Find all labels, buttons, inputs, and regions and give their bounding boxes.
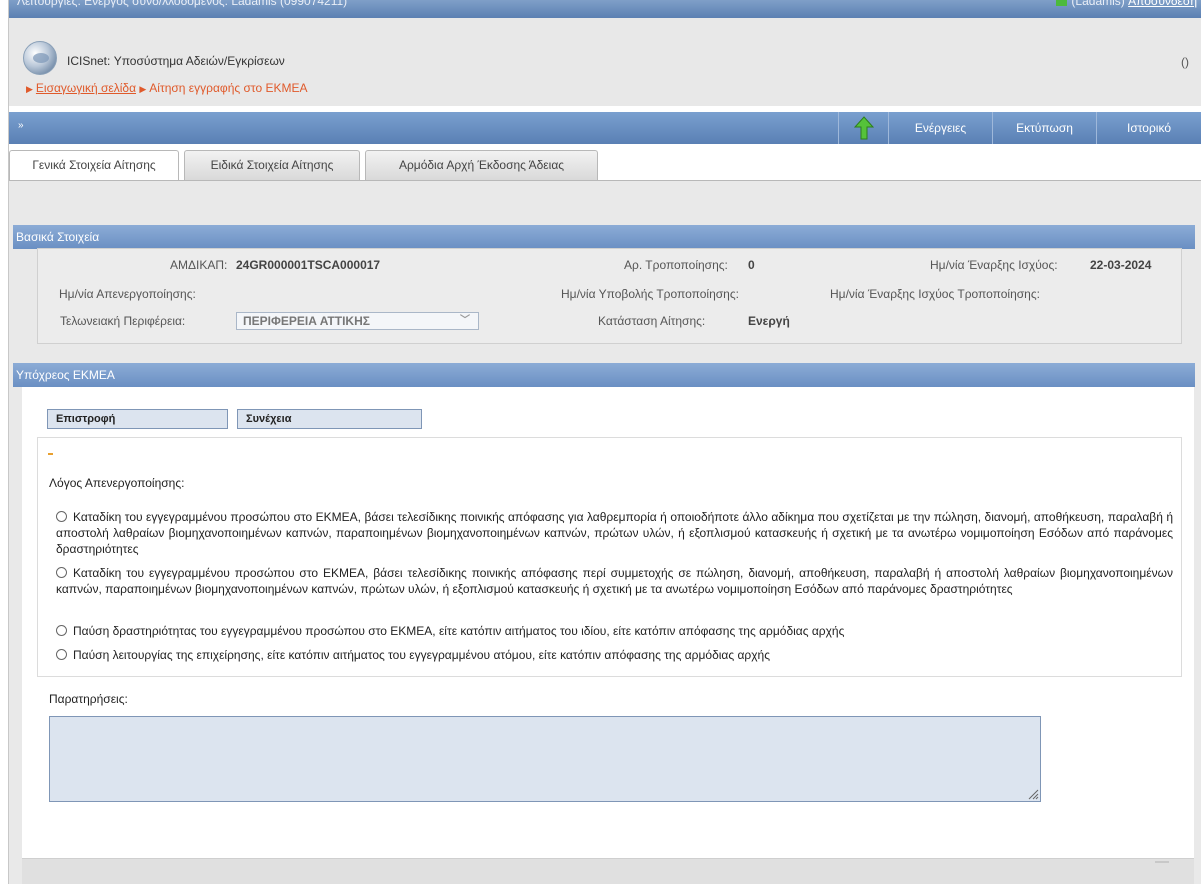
top-status-bar: Λειτουργίες: Ενεργός συνδ/λλόδομένος: La… (9, 0, 1201, 18)
breadcrumb-home-link[interactable]: Εισαγωγική σελίδα (36, 81, 136, 95)
continue-button[interactable]: Συνέχεια (237, 409, 422, 429)
amdikap-value: 24GR000001TSCA000017 (236, 258, 381, 272)
customs-region-value: ΠΕΡΙΦΕΡΕΙΑ ΑΤΤΙΚΗΣ (243, 314, 370, 328)
action-toolbar: » Ενέργειες Εκτύπωση Ιστορικό (9, 112, 1201, 144)
back-button[interactable]: Επιστροφή (47, 409, 228, 429)
tab-special-details[interactable]: Ειδικά Στοιχεία Αίτησης (184, 150, 360, 180)
notes-label: Παρατηρήσεις: (49, 692, 128, 706)
app-logo-icon (23, 41, 57, 75)
header-counter: () (1181, 55, 1189, 69)
logout-link[interactable]: Αποσύνδεση (1128, 0, 1197, 8)
start-date-value: 22-03-2024 (1090, 258, 1152, 272)
reason-option-1[interactable]: Καταδίκη του εγγεγραμμένου προσώπου στο … (56, 509, 1173, 557)
deactivation-reason-label: Λόγος Απενεργοποίησης: (49, 476, 185, 490)
user-name: (Ladamis) (1071, 0, 1125, 8)
reason-option-text: Παύση λειτουργίας της επιχείρησης, είτε … (73, 648, 770, 662)
radio-button[interactable] (56, 625, 67, 636)
tab-issuing-authority[interactable]: Αρμόδια Αρχή Έκδοσης Άδειας (365, 150, 598, 180)
deactivation-date-label: Ημ/νία Απενεργοποίησης: (59, 287, 196, 301)
amend-start-date-label: Ημ/νία Έναρξης Ισχύος Τροποποίησης: (830, 287, 1040, 301)
mail-icon[interactable] (1056, 0, 1068, 6)
reason-option-4[interactable]: Παύση λειτουργίας της επιχείρησης, είτε … (56, 647, 1173, 663)
required-marker (48, 453, 53, 455)
radio-button[interactable] (56, 511, 67, 522)
reason-option-2[interactable]: Καταδίκη του εγγεγραμμένου προσώπου στο … (56, 565, 1173, 597)
page-header: ICISnet: Υποσύστημα Αδειών/Εγκρίσεων () … (9, 18, 1201, 106)
breadcrumb-current: Αίτηση εγγραφής στο ΕΚΜΕΑ (149, 81, 308, 95)
breadcrumb: ▶ Εισαγωγική σελίδα ▶ Αίτηση εγγραφής στο … (26, 81, 307, 95)
reason-option-text: Παύση δραστηριότητας του εγγεγραμμένου π… (73, 624, 845, 638)
notes-textarea[interactable] (49, 716, 1041, 802)
session-status: Λειτουργίες: Ενεργός συνδ/λλόδομένος: La… (17, 0, 348, 8)
breadcrumb-arrow-icon: ▶ (26, 84, 33, 94)
radio-button[interactable] (56, 567, 67, 578)
amendment-number-value: 0 (748, 258, 755, 272)
submission-date-label: Ημ/νία Υποβολής Τροποποίησης: (561, 287, 739, 301)
bottom-strip (22, 858, 1194, 884)
breadcrumb-arrow-icon: ▶ (139, 84, 147, 94)
user-area: (Ladamis) Αποσύνδεση (1056, 0, 1197, 8)
customs-region-label: Τελωνειακή Περιφέρεια: (60, 314, 186, 328)
deactivation-reason-box (37, 437, 1182, 677)
divider (1155, 861, 1169, 863)
app-title: ICISnet: Υποσύστημα Αδειών/Εγκρίσεων (67, 54, 285, 68)
application-status-label: Κατάσταση Αίτησης: (598, 314, 706, 328)
actions-button[interactable]: Ενέργειες (888, 112, 992, 144)
section-header-basic: Βασικά Στοιχεία (13, 225, 1195, 249)
print-button[interactable]: Εκτύπωση (992, 112, 1096, 144)
start-date-label: Ημ/νία Έναρξης Ισχύος: (930, 258, 1058, 272)
chevron-down-icon: ﹀ (460, 315, 470, 326)
history-button[interactable]: Ιστορικό (1096, 112, 1201, 144)
tab-general-details[interactable]: Γενικά Στοιχεία Αίτησης (9, 150, 179, 181)
customs-region-select[interactable]: ΠΕΡΙΦΕΡΕΙΑ ΑΤΤΙΚΗΣ ﹀ (236, 312, 479, 330)
green-up-arrow-icon[interactable] (838, 112, 888, 144)
reason-option-3[interactable]: Παύση δραστηριότητας του εγγεγραμμένου π… (56, 623, 1173, 639)
amendment-number-label: Αρ. Τροποποίησης: (624, 258, 728, 272)
reason-option-text: Καταδίκη του εγγεγραμμένου προσώπου στο … (56, 566, 1173, 596)
amdikap-label: ΑΜΔΙΚΑΠ: (170, 258, 228, 272)
radio-button[interactable] (56, 649, 67, 660)
application-status-value: Ενεργή (748, 314, 790, 328)
expand-menu-icon[interactable]: » (18, 120, 24, 131)
section-header-obligor: Υπόχρεος ΕΚΜΕΑ (13, 363, 1195, 387)
reason-option-text: Καταδίκη του εγγεγραμμένου προσώπου στο … (56, 510, 1173, 556)
resize-grip-icon[interactable] (1027, 788, 1039, 800)
